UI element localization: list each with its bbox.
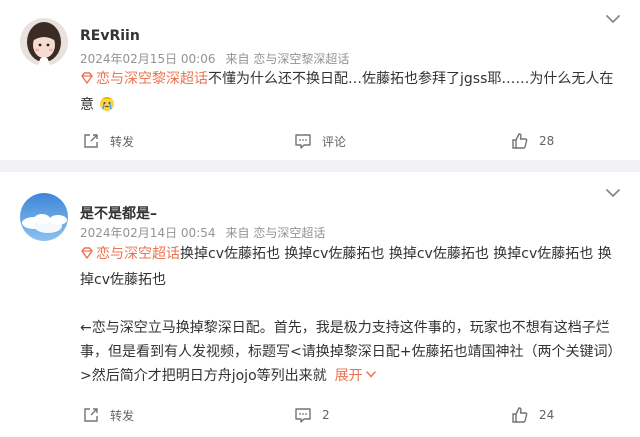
expand-link[interactable]: 展开 xyxy=(335,368,377,384)
action-bar: 转发 评论 28 xyxy=(0,129,640,153)
chevron-down-icon[interactable] xyxy=(604,186,622,200)
comment-meta: 2024年02月15日 00:06 来自 恋与深空黎深超话 xyxy=(80,50,349,67)
comment-label: 评论 xyxy=(322,134,347,149)
user-avatar[interactable] xyxy=(20,193,68,241)
comment-icon xyxy=(295,408,311,423)
thumbs-up-icon xyxy=(512,133,528,149)
super-topic-link[interactable]: 恋与深空超话 xyxy=(80,246,180,262)
comment-card: 是不是都是– 2024年02月14日 00:54 来自 恋与深空超话 恋与深空超话… xyxy=(0,172,640,437)
chevron-down-icon xyxy=(365,371,376,378)
comment-date: 2024年02月15日 00:06 xyxy=(80,52,216,66)
comment-button[interactable]: 2 xyxy=(294,403,330,427)
super-topic-label: 恋与深空黎深超话 xyxy=(96,71,208,87)
comment-meta: 2024年02月14日 00:54 来自 恋与深空超话 xyxy=(80,224,325,241)
repost-label: 转发 xyxy=(110,408,135,423)
comment-icon xyxy=(295,134,311,149)
username[interactable]: 是不是都是– xyxy=(80,203,157,223)
chevron-down-icon[interactable] xyxy=(604,12,622,26)
comment-count: 2 xyxy=(322,408,330,422)
share-icon xyxy=(84,134,98,148)
source-prefix: 来自 xyxy=(225,52,250,66)
source-link[interactable]: 恋与深空黎深超话 xyxy=(253,52,349,66)
action-bar: 转发 2 24 xyxy=(0,403,640,427)
super-topic-icon xyxy=(80,244,94,268)
like-button[interactable]: 28 xyxy=(511,129,554,153)
expand-label: 展开 xyxy=(334,368,363,384)
repost-label: 转发 xyxy=(110,134,135,149)
thumbs-up-icon xyxy=(512,407,528,423)
comment-paragraph: ←恋与深空立马换掉黎深日配。首先，我是极力支持这件事的，玩家也不想有这档子烂事，… xyxy=(80,316,620,388)
comment-button[interactable]: 评论 xyxy=(294,129,346,153)
super-topic-link[interactable]: 恋与深空黎深超话 xyxy=(80,71,208,87)
username[interactable]: REvRiin xyxy=(80,28,140,44)
comment-paragraph: 恋与深空超话换掉cv佐藤拓也 换掉cv佐藤拓也 换掉cv佐藤拓也 换掉cv佐藤拓… xyxy=(80,242,620,292)
super-topic-icon xyxy=(80,69,94,93)
repost-button[interactable]: 转发 xyxy=(82,403,134,427)
like-button[interactable]: 24 xyxy=(511,403,554,427)
comment-card: REvRiin 2024年02月15日 00:06 来自 恋与深空黎深超话 恋与深… xyxy=(0,0,640,160)
comment-date: 2024年02月14日 00:54 xyxy=(80,226,216,240)
like-count: 24 xyxy=(539,408,555,422)
like-count: 28 xyxy=(539,134,555,148)
repost-button[interactable]: 转发 xyxy=(82,129,134,153)
crying-face-emoji-icon xyxy=(98,94,116,120)
share-icon xyxy=(84,408,98,422)
comment-text: 恋与深空超话换掉cv佐藤拓也 换掉cv佐藤拓也 换掉cv佐藤拓也 换掉cv佐藤拓… xyxy=(80,242,620,388)
comment-text: 恋与深空黎深超话不懂为什么还不换日配…佐藤拓也参拜了jgss耶……为什么无人在意 xyxy=(80,67,620,120)
source-link[interactable]: 恋与深空超话 xyxy=(253,226,325,240)
super-topic-label: 恋与深空超话 xyxy=(96,246,180,262)
source-prefix: 来自 xyxy=(225,226,250,240)
user-avatar[interactable] xyxy=(20,18,68,66)
